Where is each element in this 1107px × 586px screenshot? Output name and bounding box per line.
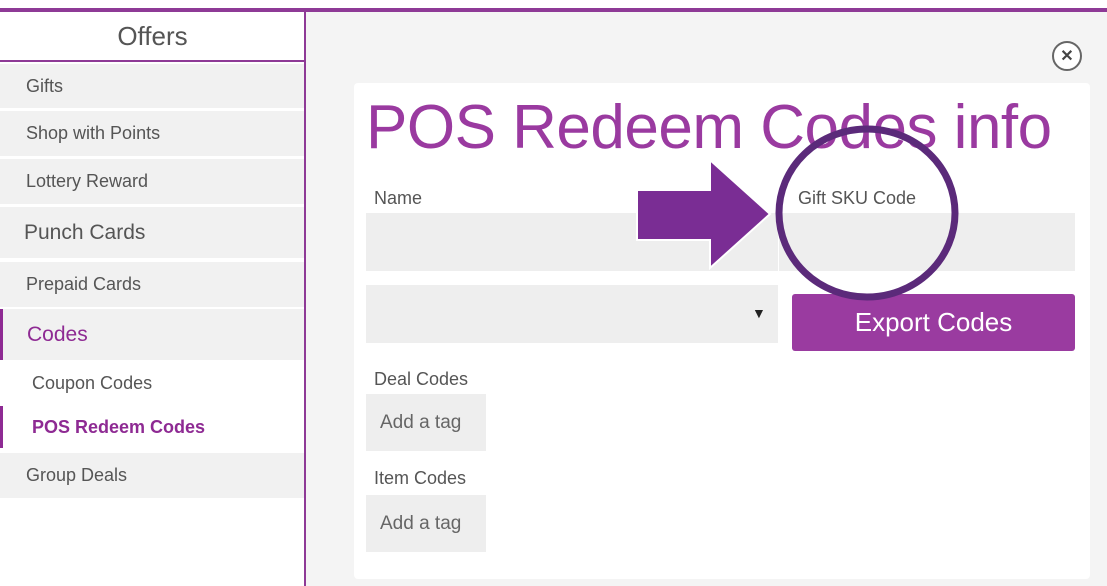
sidebar-item-group-deals[interactable]: Group Deals: [0, 453, 304, 498]
sidebar-item-lottery-reward[interactable]: Lottery Reward: [0, 159, 304, 204]
gift-sku-field[interactable]: [779, 213, 1075, 271]
deal-codes-input[interactable]: Add a tag: [366, 394, 486, 451]
chevron-down-icon: ▼: [752, 305, 766, 321]
sidebar-item-coupon-codes[interactable]: Coupon Codes: [0, 362, 304, 404]
sidebar-header: Offers: [0, 12, 305, 62]
page-title: POS Redeem Codes info: [366, 93, 1052, 162]
export-codes-button[interactable]: Export Codes: [792, 294, 1075, 351]
name-label: Name: [374, 188, 423, 208]
close-icon[interactable]: ✕: [1052, 41, 1082, 71]
sidebar-item-pos-redeem-codes[interactable]: POS Redeem Codes: [0, 406, 304, 448]
sidebar-item-gifts[interactable]: Gifts: [0, 64, 304, 108]
gift-sku-label: Gift SKU Code: [798, 188, 917, 208]
deal-codes-label: Deal Codes: [374, 369, 469, 389]
name-field[interactable]: [366, 213, 778, 271]
sidebar-item-punch-cards[interactable]: Punch Cards: [0, 207, 304, 258]
sidebar-item-prepaid-cards[interactable]: Prepaid Cards: [0, 262, 304, 307]
select-dropdown[interactable]: [366, 285, 778, 343]
item-codes-input[interactable]: Add a tag: [366, 495, 486, 552]
sidebar-item-codes[interactable]: Codes: [0, 309, 304, 360]
item-codes-label: Item Codes: [374, 468, 467, 488]
sidebar-item-shop-with-points[interactable]: Shop with Points: [0, 111, 304, 156]
